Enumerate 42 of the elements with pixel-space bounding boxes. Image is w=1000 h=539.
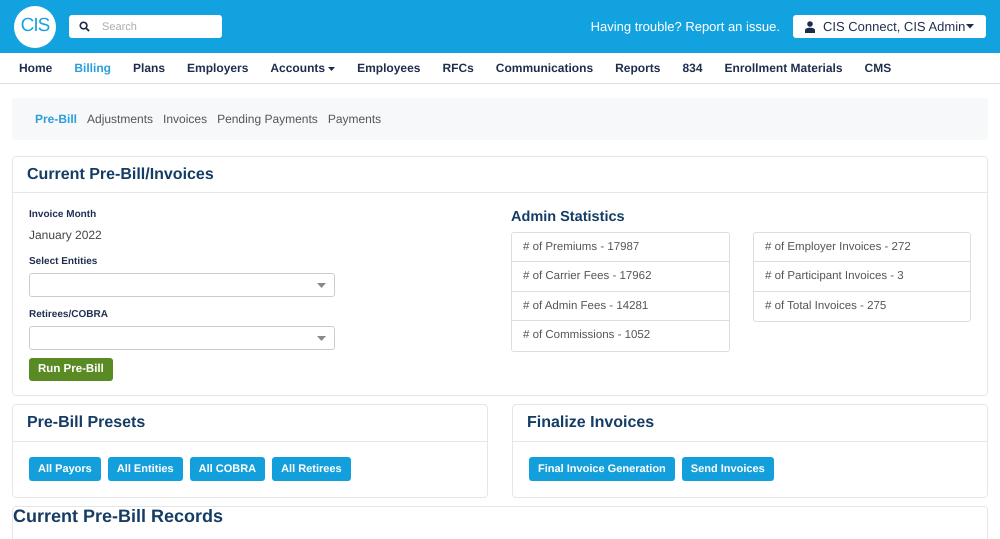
search-field[interactable]: Search: [69, 15, 222, 38]
caret-icon: [966, 24, 974, 29]
card-title: Finalize Invoices: [513, 405, 987, 442]
search-icon: [79, 21, 90, 32]
select-entities-dropdown[interactable]: [29, 273, 335, 298]
field-label: Invoice Month: [29, 208, 98, 222]
user-icon: [805, 20, 815, 32]
card-title: Pre-Bill Presets: [13, 405, 487, 442]
subnav-tab[interactable]: Adjustments: [82, 110, 158, 128]
nav-tab[interactable]: Reports: [604, 59, 672, 77]
subnav-tab[interactable]: Payments: [322, 110, 386, 128]
nav-tab[interactable]: Enrollment Materials: [714, 59, 854, 77]
statistic-item: # of Total Invoices - 275: [764, 298, 888, 314]
nav-tab[interactable]: Employees: [346, 59, 432, 77]
nav-tab[interactable]: Communications: [484, 59, 604, 77]
nav-tab[interactable]: RFCs: [431, 59, 485, 77]
caret-icon: [317, 336, 326, 341]
statistic-item: # of Participant Invoices - 3: [754, 262, 970, 292]
statistic-item: # of Premiums - 17987: [512, 232, 729, 262]
section-title: Admin Statistics: [511, 208, 626, 228]
statistic-item: # of Commissions - 1052: [522, 328, 652, 344]
nav-tab[interactable]: CMS: [854, 59, 902, 77]
field-label: Retirees/COBRA: [29, 308, 109, 322]
nav-tab[interactable]: Accounts: [259, 59, 346, 77]
nav-tab[interactable]: Home: [8, 59, 64, 77]
card-title: Current Pre-Bill Records: [13, 507, 224, 527]
nav-tab[interactable]: Employers: [176, 59, 260, 77]
statistic-item: # of Admin Fees - 14281: [512, 292, 729, 322]
card-title: Current Pre-Bill/Invoices: [13, 157, 987, 194]
caret-icon: [328, 66, 336, 71]
field-label: Select Entities: [29, 255, 98, 270]
retirees-cobra-dropdown[interactable]: [29, 326, 335, 350]
caret-icon: [317, 282, 326, 288]
invoice-month-value: January 2022: [29, 227, 103, 244]
statistic-item: # of Carrier Fees - 17962: [512, 262, 729, 292]
nav-tab[interactable]: 834: [671, 59, 714, 77]
nav-tab[interactable]: Plans: [122, 59, 176, 77]
run-pre-bill-button[interactable]: Run Pre-Bill: [29, 358, 113, 382]
user-menu-button[interactable]: CIS Connect, CIS Admin: [793, 15, 986, 38]
statistic-item: # of Employer Invoices - 272: [754, 232, 970, 262]
subnav-tab[interactable]: Invoices: [158, 110, 212, 128]
subnav-tab[interactable]: Pending Payments: [212, 110, 323, 128]
